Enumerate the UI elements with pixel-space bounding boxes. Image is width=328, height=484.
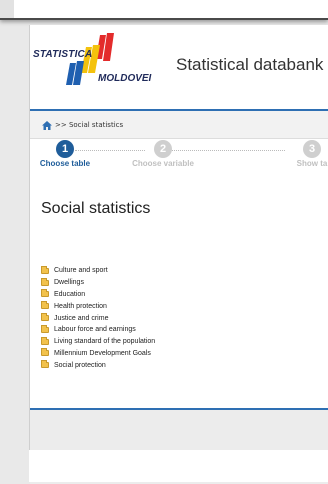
step-choose-variable[interactable]: 2 Choose variable	[118, 140, 208, 168]
bottom-panel	[29, 450, 328, 482]
folder-item[interactable]: Health protection	[41, 300, 155, 312]
browser-window: STATISTICA MOLDOVEI Statistical databank…	[29, 25, 328, 484]
step-label: Choose table	[39, 159, 91, 168]
folder-item[interactable]: Culture and sport	[41, 265, 155, 277]
folder-label: Justice and crime	[54, 314, 109, 322]
folder-item[interactable]: Justice and crime	[41, 312, 155, 324]
folder-label: Millennium Development Goals	[54, 349, 151, 357]
step-show-table[interactable]: 3 Show ta	[282, 140, 328, 168]
step-label: Choose variable	[132, 159, 194, 168]
folder-list: Culture and sport Dwellings Education He…	[41, 265, 155, 371]
site-header: STATISTICA MOLDOVEI Statistical databank	[30, 25, 328, 109]
breadcrumb: >> Social statistics	[30, 111, 328, 139]
step-label: Show ta	[296, 159, 328, 168]
home-icon[interactable]	[42, 121, 52, 130]
top-window-strip	[0, 0, 328, 20]
step-number-circle: 3	[303, 140, 321, 158]
folder-item[interactable]: Social protection	[41, 359, 155, 371]
folder-icon	[41, 289, 49, 298]
folder-icon	[41, 324, 49, 333]
step-number-circle: 1	[56, 140, 74, 158]
folder-icon	[41, 277, 49, 286]
top-window-body	[14, 0, 328, 18]
wizard-steps: 1 Choose table 2 Choose variable 3 Show …	[30, 138, 328, 178]
step-choose-table[interactable]: 1 Choose table	[30, 140, 100, 168]
folder-label: Dwellings	[54, 279, 84, 287]
folder-label: Labour force and earnings	[54, 326, 136, 334]
step-number-circle: 2	[154, 140, 172, 158]
breadcrumb-text[interactable]: >> Social statistics	[55, 121, 123, 129]
folder-icon	[41, 301, 49, 310]
folder-item[interactable]: Millennium Development Goals	[41, 348, 155, 360]
page-title: Statistical databank	[176, 55, 324, 74]
statistica-moldovei-logo[interactable]: STATISTICA MOLDOVEI	[30, 33, 170, 89]
folder-label: Living standard of the population	[54, 338, 156, 346]
folder-icon	[41, 265, 49, 274]
folder-label: Culture and sport	[54, 267, 108, 275]
folder-item[interactable]: Dwellings	[41, 277, 155, 289]
folder-icon	[41, 336, 49, 345]
folder-label: Education	[54, 290, 86, 298]
section-heading: Social statistics	[41, 200, 151, 217]
folder-icon	[41, 360, 49, 369]
folder-item[interactable]: Education	[41, 289, 155, 301]
folder-item[interactable]: Labour force and earnings	[41, 324, 155, 336]
folder-icon	[41, 313, 49, 322]
folder-item[interactable]: Living standard of the population	[41, 336, 155, 348]
logo-text-statistica: STATISTICA	[33, 49, 93, 60]
logo-text-moldovei: MOLDOVEI	[98, 73, 152, 84]
folder-icon	[41, 348, 49, 357]
folder-label: Health protection	[54, 302, 107, 310]
folder-label: Social protection	[54, 361, 106, 369]
